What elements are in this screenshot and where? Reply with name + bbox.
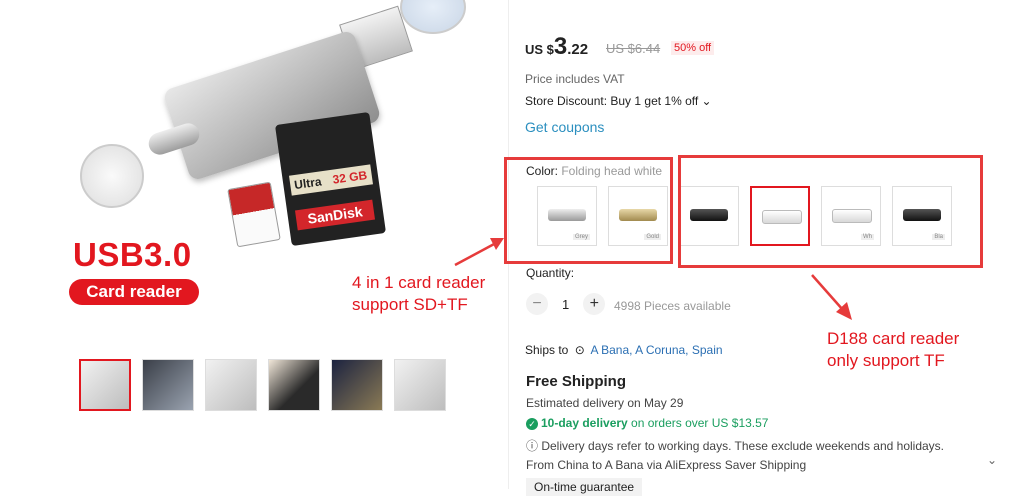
arrow-line-1	[454, 241, 497, 267]
annotation-arrows	[454, 238, 852, 320]
arrow-line-2	[811, 274, 844, 311]
